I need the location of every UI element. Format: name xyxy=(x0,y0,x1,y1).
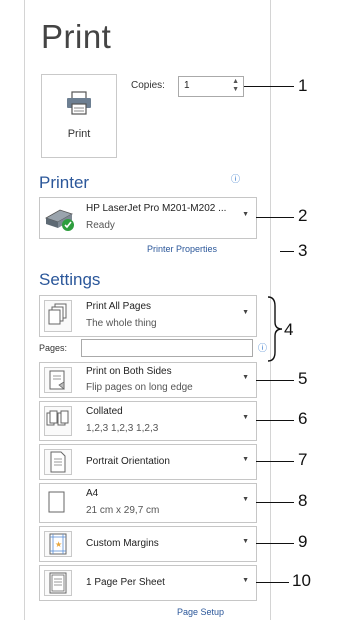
printer-dropdown[interactable]: HP LaserJet Pro M201-M202 ... Ready ▼ xyxy=(39,197,257,239)
paper-size-label: A4 xyxy=(86,488,99,499)
copies-label: Copies: xyxy=(131,80,165,91)
chevron-down-icon: ▼ xyxy=(242,374,249,381)
print-panel: Print Print Copies: 1 ▲ ▼ Printer ⓘ HP La… xyxy=(24,0,271,620)
callout-4: 4 xyxy=(284,320,294,339)
printer-name: HP LaserJet Pro M201-M202 ... xyxy=(86,203,227,214)
callout-line-3 xyxy=(280,251,294,252)
print-range-detail: The whole thing xyxy=(86,318,157,329)
pages-per-sheet-dropdown[interactable]: 1 Page Per Sheet ▼ xyxy=(39,565,257,601)
collation-detail: 1,2,3 1,2,3 1,2,3 xyxy=(86,423,159,434)
chevron-down-icon: ▼ xyxy=(242,496,249,503)
page-title: Print xyxy=(41,18,112,55)
printer-ready-icon xyxy=(45,209,74,231)
callout-line-5 xyxy=(256,380,294,381)
callout-9: 9 xyxy=(298,532,308,551)
orientation-dropdown[interactable]: Portrait Orientation ▼ xyxy=(39,444,257,480)
paper-size-detail: 21 cm x 29,7 cm xyxy=(86,505,160,516)
svg-text:★: ★ xyxy=(55,540,62,549)
margins-dropdown[interactable]: ★ Custom Margins ▼ xyxy=(39,526,257,562)
print-button[interactable]: Print xyxy=(41,74,117,158)
chevron-down-icon: ▼ xyxy=(242,577,249,584)
duplex-icon xyxy=(44,367,72,393)
callout-line-10 xyxy=(256,582,289,583)
pages-input[interactable] xyxy=(81,339,253,357)
callout-7: 7 xyxy=(298,450,308,469)
callout-line-8 xyxy=(256,502,294,503)
callout-line-1 xyxy=(244,86,294,87)
callout-6: 6 xyxy=(298,409,308,428)
collation-dropdown[interactable]: Collated 1,2,3 1,2,3 1,2,3 ▼ xyxy=(39,401,257,441)
callout-line-9 xyxy=(256,543,294,544)
callout-1: 1 xyxy=(298,76,308,95)
chevron-down-icon: ▼ xyxy=(242,309,249,316)
printer-info-icon[interactable]: ⓘ xyxy=(231,172,240,185)
callout-line-7 xyxy=(256,461,294,462)
collated-icon xyxy=(44,406,72,436)
print-button-label: Print xyxy=(67,128,91,140)
chevron-down-icon: ▼ xyxy=(242,538,249,545)
duplex-label: Print on Both Sides xyxy=(86,366,172,377)
callout-8: 8 xyxy=(298,491,308,510)
pages-label: Pages: xyxy=(39,343,68,353)
copies-spinner[interactable]: 1 ▲ ▼ xyxy=(178,76,244,97)
chevron-down-icon: ▼ xyxy=(242,456,249,463)
print-range-dropdown[interactable]: Print All Pages The whole thing ▼ xyxy=(39,295,257,337)
chevron-down-icon: ▼ xyxy=(242,414,249,421)
orientation-label: Portrait Orientation xyxy=(86,456,170,467)
duplex-dropdown[interactable]: Print on Both Sides Flip pages on long e… xyxy=(39,362,257,398)
printer-properties-link[interactable]: Printer Properties xyxy=(147,244,217,254)
chevron-down-icon: ▼ xyxy=(242,211,249,218)
collation-label: Collated xyxy=(86,406,123,417)
printer-status: Ready xyxy=(86,220,115,231)
printer-icon xyxy=(67,91,91,115)
printer-heading: Printer xyxy=(39,173,90,192)
print-range-label: Print All Pages xyxy=(86,301,152,312)
duplex-detail: Flip pages on long edge xyxy=(86,382,193,393)
settings-heading: Settings xyxy=(39,270,101,289)
callout-2: 2 xyxy=(298,206,308,225)
pages-icon xyxy=(44,300,72,332)
callout-line-2 xyxy=(256,217,294,218)
paper-size-icon xyxy=(44,488,72,518)
spinner-arrows-icon[interactable]: ▲ ▼ xyxy=(232,78,239,94)
callout-10: 10 xyxy=(292,571,311,590)
paper-size-dropdown[interactable]: A4 21 cm x 29,7 cm ▼ xyxy=(39,483,257,523)
pages-per-sheet-icon xyxy=(44,570,72,596)
pages-per-sheet-label: 1 Page Per Sheet xyxy=(86,577,165,588)
portrait-page-icon xyxy=(44,449,72,475)
copies-value: 1 xyxy=(184,80,190,91)
callout-line-6 xyxy=(256,420,294,421)
bracket-brace xyxy=(267,296,283,362)
callout-3: 3 xyxy=(298,241,308,260)
margins-label: Custom Margins xyxy=(86,538,159,549)
callout-5: 5 xyxy=(298,369,308,388)
margins-icon: ★ xyxy=(44,531,72,557)
page-setup-link[interactable]: Page Setup xyxy=(177,607,224,617)
